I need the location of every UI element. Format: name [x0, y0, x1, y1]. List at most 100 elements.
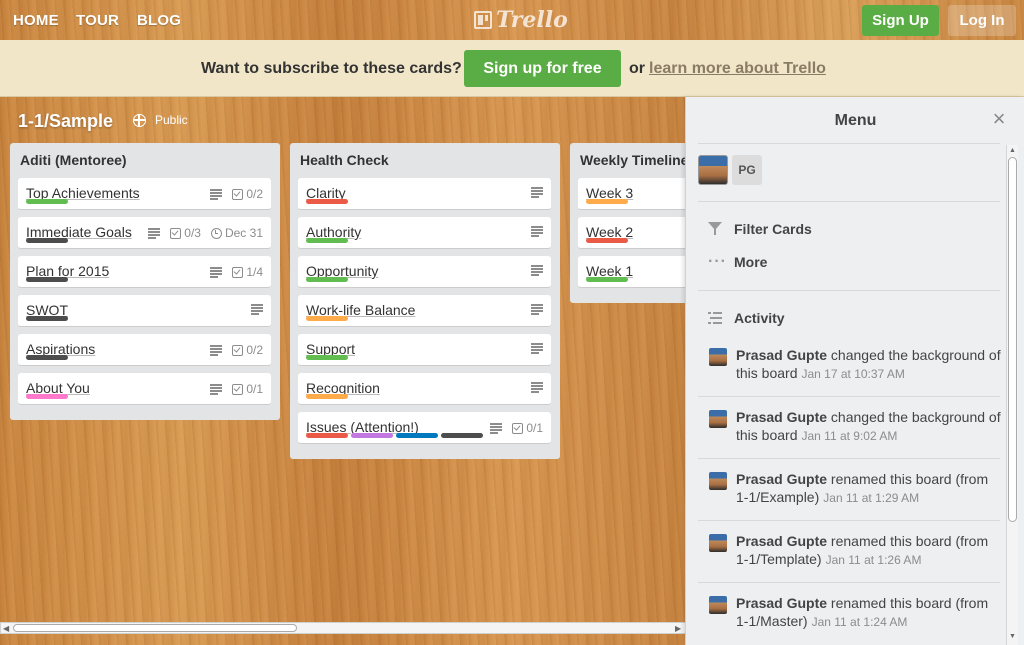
card[interactable]: Top Achievements 0/2 [18, 178, 271, 210]
card-labels [26, 394, 68, 399]
checklist-icon [170, 227, 182, 239]
log-in-button[interactable]: Log In [948, 5, 1016, 36]
card-label [351, 433, 393, 438]
card-badges [531, 343, 543, 354]
card-label [396, 433, 438, 438]
card-badges [251, 304, 263, 315]
member-avatar[interactable] [698, 155, 728, 185]
card-labels [26, 199, 68, 204]
activity-member-name[interactable]: Prasad Gupte [736, 595, 827, 611]
activity-avatar[interactable] [709, 534, 727, 552]
clock-icon [210, 227, 222, 239]
card-labels [26, 355, 68, 360]
card[interactable]: SWOT [18, 295, 271, 327]
activity-avatar[interactable] [709, 596, 727, 614]
activity-divider [698, 582, 1000, 583]
list-title[interactable]: Aditi (Mentoree) [20, 152, 127, 168]
top-nav: HOME TOUR BLOG Trello Sign Up Log In [0, 0, 1024, 40]
horizontal-scrollbar[interactable]: ◀ ▶ [0, 622, 686, 634]
card[interactable]: Authority [298, 217, 551, 249]
card-label [26, 238, 68, 243]
card[interactable]: Plan for 2015 1/4 [18, 256, 271, 288]
close-icon[interactable]: × [989, 108, 1009, 130]
activity-avatar[interactable] [709, 410, 727, 428]
list-title[interactable]: Weekly Timeline [580, 152, 688, 168]
card-badges: 0/2 [210, 343, 263, 357]
card-label [441, 433, 483, 438]
scroll-up-arrow-icon[interactable]: ▲ [1009, 147, 1016, 154]
card-labels [306, 199, 348, 204]
list-column: Aditi (Mentoree) Top Achievements 0/2 Immed… [10, 143, 280, 420]
nav-home-link[interactable]: HOME [13, 12, 59, 29]
checklist-count: 0/1 [246, 382, 263, 396]
vertical-scroll-thumb[interactable] [1008, 157, 1017, 522]
menu-divider [698, 201, 1000, 202]
activity-date[interactable]: Jan 11 at 1:26 AM [826, 553, 922, 567]
checklist-count: 0/2 [246, 343, 263, 357]
activity-avatar[interactable] [709, 348, 727, 366]
card-label [306, 199, 348, 204]
filter-cards-label: Filter Cards [734, 221, 812, 237]
card[interactable]: Clarity [298, 178, 551, 210]
card-label [26, 316, 68, 321]
card[interactable]: Opportunity [298, 256, 551, 288]
checklist-icon [232, 188, 244, 200]
checklist-icon [512, 422, 524, 434]
member-initials-avatar[interactable]: PG [732, 155, 762, 185]
sign-up-free-button[interactable]: Sign up for free [464, 50, 621, 87]
checklist-icon [232, 383, 244, 395]
sign-up-button[interactable]: Sign Up [862, 5, 939, 36]
more-button[interactable]: ··· More [708, 253, 767, 271]
card[interactable]: Support [298, 334, 551, 366]
card-labels [26, 316, 68, 321]
card-labels [306, 316, 348, 321]
board-visibility[interactable]: Public [155, 113, 188, 127]
checklist-count: 0/3 [184, 226, 201, 240]
card-badges [531, 265, 543, 276]
activity-member-name[interactable]: Prasad Gupte [736, 347, 827, 363]
activity-date[interactable]: Jan 11 at 9:02 AM [801, 429, 897, 443]
card[interactable]: About You 0/1 [18, 373, 271, 405]
card[interactable]: Immediate Goals 0/3 Dec 31 [18, 217, 271, 249]
vertical-scrollbar[interactable]: ▲ ▼ [1006, 145, 1018, 645]
filter-cards-button[interactable]: Filter Cards [708, 221, 812, 237]
activity-avatar[interactable] [709, 472, 727, 490]
activity-text: Prasad Gupte changed the background of t… [736, 408, 1001, 445]
trello-logo[interactable]: Trello [474, 7, 568, 33]
card-badges [531, 226, 543, 237]
description-icon [210, 384, 223, 395]
activity-member-name[interactable]: Prasad Gupte [736, 409, 827, 425]
scroll-right-arrow-icon[interactable]: ▶ [675, 624, 681, 633]
list-title[interactable]: Health Check [300, 152, 389, 168]
learn-more-link[interactable]: learn more about Trello [649, 60, 826, 78]
description-icon [531, 226, 543, 237]
card[interactable]: Work-life Balance [298, 295, 551, 327]
card-label [26, 394, 68, 399]
horizontal-scroll-thumb[interactable] [13, 624, 297, 632]
activity-text: Prasad Gupte changed the background of t… [736, 346, 1001, 383]
scroll-left-arrow-icon[interactable]: ◀ [3, 624, 9, 633]
activity-member-name[interactable]: Prasad Gupte [736, 533, 827, 549]
card-labels [306, 277, 348, 282]
card[interactable]: Issues (Attention!) 0/1 [298, 412, 551, 444]
activity-date[interactable]: Jan 17 at 10:37 AM [801, 367, 904, 381]
board-menu-panel: Menu × PG Filter Cards ··· More Activity… [685, 97, 1024, 645]
card[interactable]: Recognition [298, 373, 551, 405]
nav-tour-link[interactable]: TOUR [76, 12, 119, 29]
checklist-badge: 0/3 [170, 226, 201, 240]
description-icon [148, 228, 161, 239]
activity-member-name[interactable]: Prasad Gupte [736, 471, 827, 487]
more-dots-icon: ··· [708, 253, 727, 270]
card-labels [306, 355, 348, 360]
activity-date[interactable]: Jan 11 at 1:29 AM [823, 491, 919, 505]
activity-divider [698, 396, 1000, 397]
card[interactable]: Aspirations 0/2 [18, 334, 271, 366]
due-date-badge: Dec 31 [210, 226, 263, 240]
nav-blog-link[interactable]: BLOG [137, 12, 181, 29]
card-label [586, 238, 628, 243]
activity-label: Activity [734, 310, 785, 326]
description-icon [531, 382, 543, 393]
activity-date[interactable]: Jan 11 at 1:24 AM [812, 615, 908, 629]
board-title[interactable]: 1-1/Sample [18, 111, 113, 132]
scroll-down-arrow-icon[interactable]: ▼ [1009, 633, 1016, 640]
